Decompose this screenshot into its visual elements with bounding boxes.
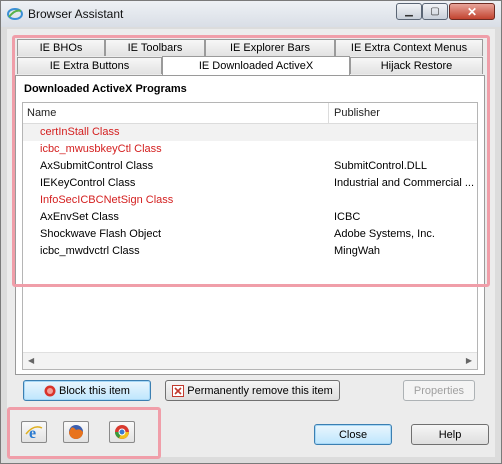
firefox-icon	[69, 425, 83, 439]
remove-item-label: Permanently remove this item	[187, 384, 333, 397]
list-item[interactable]: Shockwave Flash Object Adobe Systems, Inc…	[23, 226, 477, 243]
remove-item-button[interactable]: Permanently remove this item	[165, 380, 340, 401]
item-name: Shockwave Flash Object	[40, 228, 162, 240]
tab-strip: IE BHOs IE Toolbars IE Explorer Bars IE …	[15, 39, 485, 75]
item-publisher: SubmitControl.DLL	[334, 160, 427, 172]
minimize-icon: ▁	[405, 6, 413, 17]
item-name: InfoSecICBCNetSign Class	[40, 194, 174, 206]
list-item[interactable]: icbc_mwdvctrl Class MingWah	[23, 243, 477, 260]
list-item[interactable]: AxEnvSet Class ICBC	[23, 209, 477, 226]
activex-list[interactable]: Name Publisher certInStall Class icbc_mwu…	[22, 102, 478, 370]
horizontal-scrollbar[interactable]: ◀ ▶	[23, 352, 477, 369]
close-window-button[interactable]: ✕	[449, 3, 495, 20]
app-logo-icon	[7, 8, 23, 20]
column-header-name[interactable]: Name	[27, 107, 56, 119]
maximize-icon: ▢	[430, 6, 440, 17]
scroll-right-icon[interactable]: ▶	[466, 356, 472, 365]
block-item-button[interactable]: Block this item	[23, 380, 151, 401]
item-publisher: MingWah	[334, 245, 381, 257]
close-icon: ✕	[466, 4, 478, 19]
item-publisher: Industrial and Commercial ...	[334, 177, 474, 189]
column-header-publisher[interactable]: Publisher	[334, 107, 380, 119]
delete-x-icon	[172, 384, 185, 397]
item-name: certInStall Class	[40, 126, 120, 138]
tab-ie-extra-context-menus[interactable]: IE Extra Context Menus	[335, 39, 483, 56]
chrome-icon	[115, 425, 129, 439]
item-publisher: ICBC	[334, 211, 361, 223]
tab-ie-extra-buttons[interactable]: IE Extra Buttons	[17, 57, 162, 74]
list-item[interactable]: AxSubmitControl Class SubmitControl.DLL	[23, 158, 477, 175]
block-icon	[44, 385, 56, 396]
column-separator[interactable]	[328, 103, 329, 123]
scroll-left-icon[interactable]: ◀	[28, 356, 34, 365]
maximize-button[interactable]: ▢	[422, 3, 448, 20]
item-name: AxEnvSet Class	[40, 211, 119, 223]
panel-title: Downloaded ActiveX Programs	[24, 83, 187, 95]
dialog-client-area: IE BHOs IE Toolbars IE Explorer Bars IE …	[7, 29, 495, 457]
browser-selector: e	[17, 417, 141, 447]
list-item[interactable]: InfoSecICBCNetSign Class	[23, 192, 477, 209]
tab-ie-toolbars[interactable]: IE Toolbars	[105, 39, 205, 56]
item-name: icbc_mwdvctrl Class	[40, 245, 140, 257]
list-item[interactable]: certInStall Class	[23, 124, 477, 141]
item-name: IEKeyControl Class	[40, 177, 136, 189]
close-button[interactable]: Close	[314, 424, 392, 445]
item-name: icbc_mwusbkeyCtl Class	[40, 143, 162, 155]
properties-button[interactable]: Properties	[403, 380, 475, 401]
list-header: Name Publisher	[23, 103, 477, 124]
list-item[interactable]: IEKeyControl Class Industrial and Commerc…	[23, 175, 477, 192]
internet-explorer-button[interactable]: e	[21, 421, 47, 443]
tab-ie-bhos[interactable]: IE BHOs	[17, 39, 105, 56]
block-item-label: Block this item	[59, 384, 130, 397]
browser-assistant-window: Browser Assistant ▁ ▢ ✕ IE BHOs IE Toolb…	[0, 0, 502, 464]
tab-hijack-restore[interactable]: Hijack Restore	[350, 57, 483, 74]
list-item[interactable]: icbc_mwusbkeyCtl Class	[23, 141, 477, 158]
title-bar: Browser Assistant ▁ ▢ ✕	[1, 1, 501, 27]
firefox-button[interactable]	[63, 421, 89, 443]
window-title: Browser Assistant	[28, 7, 124, 21]
chrome-button[interactable]	[109, 421, 135, 443]
item-publisher: Adobe Systems, Inc.	[334, 228, 435, 240]
tab-ie-explorer-bars[interactable]: IE Explorer Bars	[205, 39, 335, 56]
minimize-button[interactable]: ▁	[396, 3, 422, 20]
internet-explorer-icon: e	[25, 425, 43, 442]
item-name: AxSubmitControl Class	[40, 160, 154, 172]
help-button[interactable]: Help	[411, 424, 489, 445]
activex-panel: Downloaded ActiveX Programs Name Publish…	[15, 75, 485, 375]
tab-ie-downloaded-activex[interactable]: IE Downloaded ActiveX	[162, 56, 350, 75]
